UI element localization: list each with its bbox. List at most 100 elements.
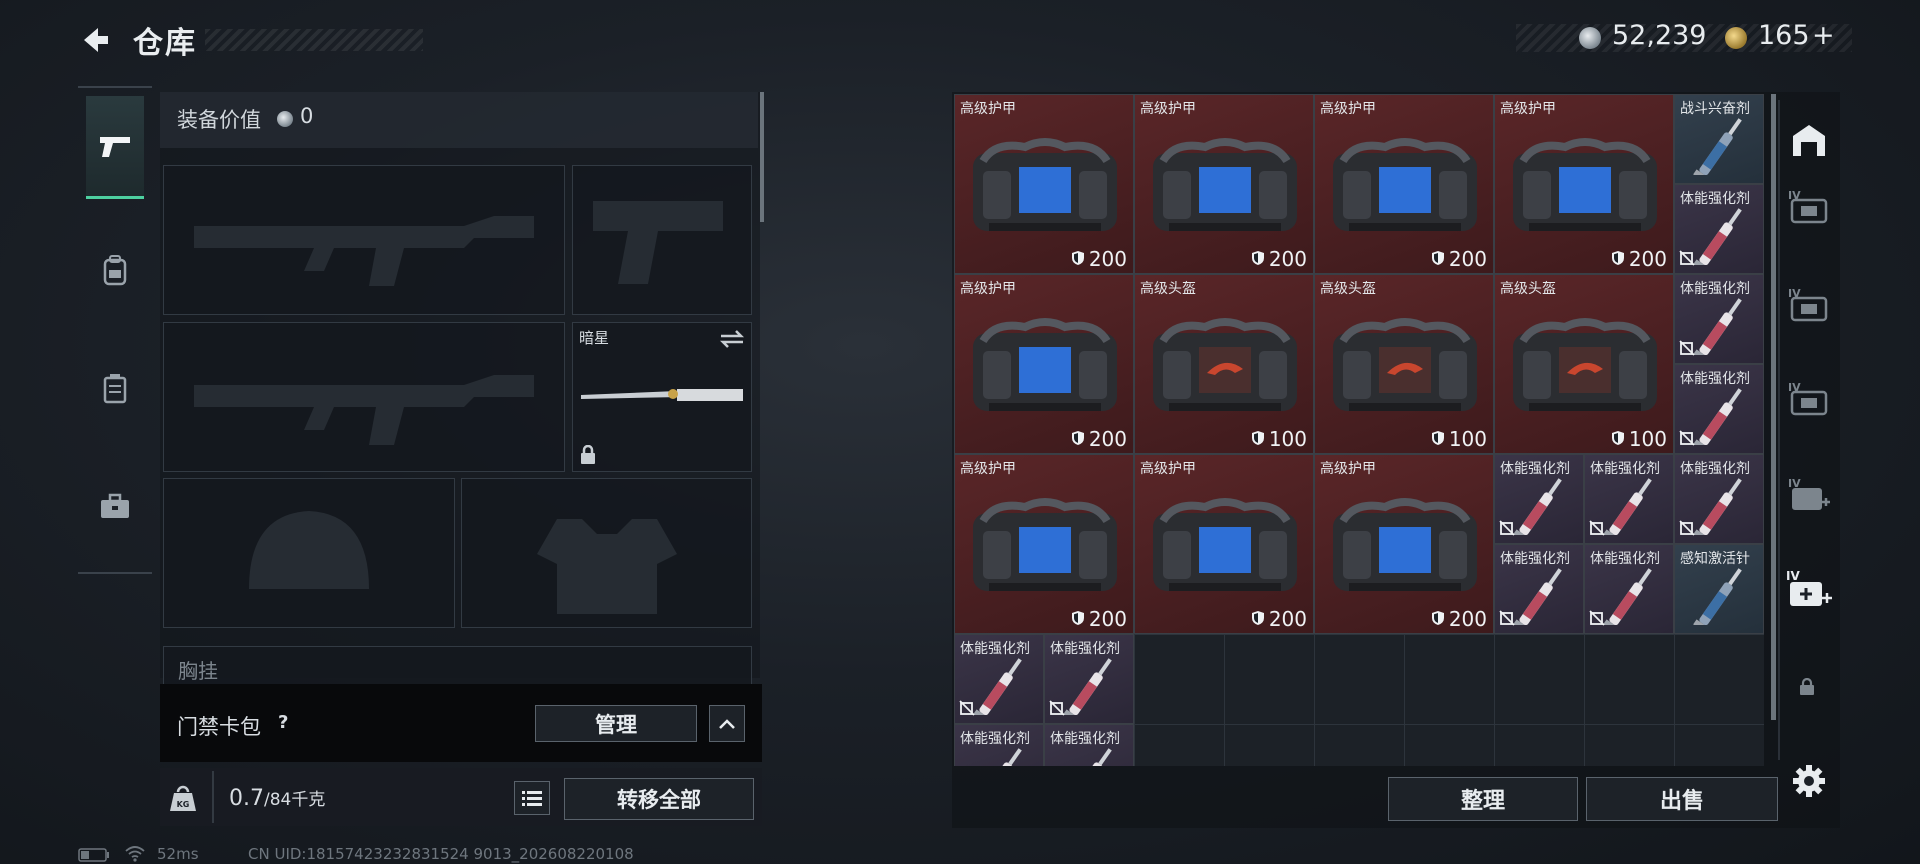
storage-box-icon: IV bbox=[1788, 287, 1828, 322]
warehouse-icon[interactable] bbox=[1789, 120, 1829, 160]
weight-icon: KG bbox=[170, 785, 196, 811]
weight-value: 0.7/84千克 bbox=[229, 785, 325, 811]
storage-item[interactable]: 高级护甲 200 bbox=[954, 94, 1134, 274]
armor-icon bbox=[965, 311, 1125, 425]
syringe-icon bbox=[1681, 115, 1761, 183]
storage-tab-iv-3[interactable]: IV bbox=[1786, 378, 1832, 418]
armor-icon bbox=[1145, 131, 1305, 245]
storage-item[interactable]: 高级护甲 200 bbox=[1134, 454, 1314, 634]
storage-item[interactable]: 体能强化剂 bbox=[1584, 454, 1674, 544]
list-view-button[interactable] bbox=[514, 781, 550, 815]
no-carry-icon bbox=[1589, 520, 1605, 540]
item-value: 100 bbox=[1611, 427, 1667, 451]
gear-icon[interactable] bbox=[1792, 764, 1826, 798]
storage-grid[interactable]: 高级护甲 200 高级护甲 200 高级护甲 200 高级护甲 200 战斗兴奋剂 体能强化剂 高级… bbox=[954, 94, 1764, 766]
item-value: 100 bbox=[1251, 427, 1307, 451]
syringe-icon bbox=[961, 745, 1041, 766]
storage-item[interactable]: 高级护甲 200 bbox=[1314, 94, 1494, 274]
storage-item[interactable]: 体能强化剂 bbox=[954, 634, 1044, 724]
storage-item[interactable]: 高级护甲 200 bbox=[954, 454, 1134, 634]
medkit-icon: IV bbox=[1786, 569, 1832, 606]
equipment-scrollbar[interactable] bbox=[760, 92, 764, 222]
storage-item[interactable]: 高级护甲 200 bbox=[1134, 94, 1314, 274]
storage-item[interactable]: 体能强化剂 bbox=[1674, 364, 1764, 454]
sort-button[interactable]: 整理 bbox=[1388, 777, 1578, 821]
storage-item[interactable]: 高级护甲 200 bbox=[954, 274, 1134, 454]
chest-rig-slot[interactable]: 胸挂 bbox=[163, 646, 752, 686]
storage-item[interactable]: 感知激活针 bbox=[1674, 544, 1764, 634]
manage-button[interactable]: 管理 bbox=[535, 705, 697, 742]
item-value: 200 bbox=[1251, 247, 1307, 271]
primary-weapon-slot[interactable] bbox=[163, 165, 565, 315]
storage-item[interactable]: 战斗兴奋剂 bbox=[1674, 94, 1764, 184]
durability-value: 100 bbox=[1628, 427, 1667, 451]
syringe-icon bbox=[1681, 565, 1761, 633]
storage-tab-iv-medical-active[interactable]: IV bbox=[1784, 566, 1834, 610]
rifle-silhouette-icon bbox=[194, 375, 534, 445]
item-name: 高级头盔 bbox=[1140, 281, 1196, 297]
storage-tab-iv-1[interactable]: IV bbox=[1786, 186, 1832, 226]
storage-item[interactable]: 体能强化剂 bbox=[1044, 634, 1134, 724]
shield-icon bbox=[1431, 247, 1445, 271]
divider bbox=[1778, 100, 1780, 760]
tab-weapons[interactable] bbox=[86, 96, 144, 199]
chevron-up-icon bbox=[719, 718, 735, 729]
svg-text:KG: KG bbox=[177, 800, 190, 809]
armor-slot[interactable] bbox=[461, 478, 752, 628]
armor-icon bbox=[965, 491, 1125, 605]
storage-item[interactable]: 高级护甲 200 bbox=[1494, 94, 1674, 274]
swap-icon[interactable] bbox=[719, 329, 745, 349]
storage-item[interactable]: 高级护甲 200 bbox=[1314, 454, 1494, 634]
help-icon[interactable]: ? bbox=[278, 712, 288, 733]
pistol-icon bbox=[100, 137, 130, 157]
transfer-all-button[interactable]: 转移全部 bbox=[564, 778, 754, 820]
collapse-button[interactable] bbox=[709, 705, 745, 742]
storage-item[interactable]: 体能强化剂 bbox=[1674, 274, 1764, 364]
storage-item[interactable]: 体能强化剂 bbox=[1494, 454, 1584, 544]
storage-tab-iv-2[interactable]: IV bbox=[1786, 284, 1832, 324]
tab-case[interactable] bbox=[86, 456, 144, 556]
shield-icon bbox=[1071, 607, 1085, 631]
storage-box-icon: IV bbox=[1788, 189, 1828, 224]
backpack-icon bbox=[103, 255, 127, 286]
storage-item[interactable]: 体能强化剂 bbox=[1044, 724, 1134, 766]
tab-vest[interactable] bbox=[86, 338, 144, 438]
no-carry-icon bbox=[1049, 700, 1065, 720]
add-currency-button[interactable]: + bbox=[1812, 20, 1835, 51]
back-icon[interactable] bbox=[78, 24, 112, 56]
list-icon bbox=[522, 791, 542, 806]
page-title: 仓库 bbox=[133, 26, 197, 61]
tab-backpack[interactable] bbox=[86, 220, 144, 320]
storage-item[interactable]: 体能强化剂 bbox=[1494, 544, 1584, 634]
storage-scrollbar[interactable] bbox=[1771, 94, 1776, 720]
melee-name: 暗星 bbox=[579, 329, 610, 347]
storage-item[interactable]: 体能强化剂 bbox=[1674, 184, 1764, 274]
storage-item[interactable]: 高级头盔 100 bbox=[1314, 274, 1494, 454]
storage-item[interactable]: 高级头盔 100 bbox=[1134, 274, 1314, 454]
item-name: 高级头盔 bbox=[1500, 281, 1556, 297]
medkit-icon: IV bbox=[1788, 477, 1830, 510]
sell-button[interactable]: 出售 bbox=[1586, 777, 1778, 821]
storage-item[interactable]: 高级头盔 100 bbox=[1494, 274, 1674, 454]
storage-box-icon: IV bbox=[1788, 381, 1828, 416]
uid: CN UID:18157423232831524 9013_2026082201… bbox=[248, 845, 634, 863]
secondary-weapon-slot[interactable] bbox=[163, 322, 565, 472]
storage-item[interactable]: 体能强化剂 bbox=[1584, 544, 1674, 634]
armor-icon bbox=[1325, 491, 1485, 605]
no-carry-icon bbox=[1679, 520, 1695, 540]
storage-tab-iv-medical[interactable]: IV bbox=[1786, 474, 1832, 514]
pistol-silhouette-icon bbox=[593, 201, 723, 284]
briefcase-icon bbox=[101, 493, 129, 518]
item-value: 200 bbox=[1431, 607, 1487, 631]
no-carry-icon bbox=[1589, 610, 1605, 630]
weight-current: 0.7 bbox=[229, 786, 264, 811]
item-value: 200 bbox=[1071, 247, 1127, 271]
syringe-icon bbox=[1051, 745, 1131, 766]
storage-item[interactable]: 体能强化剂 bbox=[1674, 454, 1764, 544]
storage-item[interactable]: 体能强化剂 bbox=[954, 724, 1044, 766]
item-name: 高级护甲 bbox=[960, 281, 1016, 297]
helmet-slot[interactable] bbox=[163, 478, 455, 628]
sidearm-slot[interactable] bbox=[572, 165, 752, 315]
item-name: 高级护甲 bbox=[960, 101, 1016, 117]
melee-slot[interactable]: 暗星 bbox=[572, 322, 752, 472]
